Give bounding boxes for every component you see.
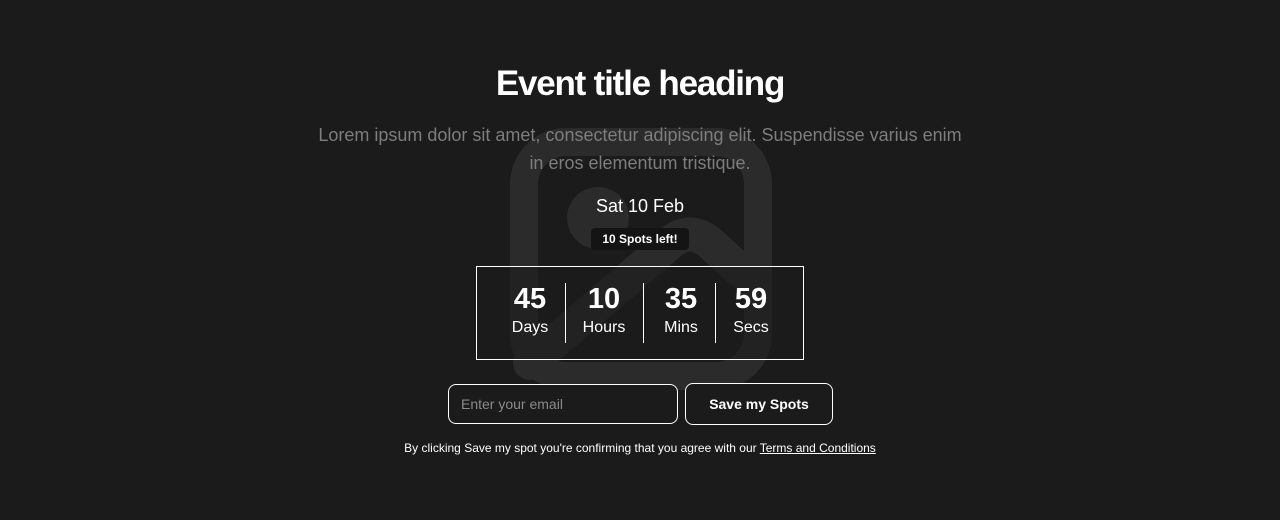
- countdown-divider: [715, 283, 716, 343]
- countdown-days-label: Days: [511, 319, 549, 336]
- countdown-divider: [643, 283, 644, 343]
- event-date: Sat 10 Feb: [595, 196, 685, 216]
- countdown-hours: 10 Hours: [572, 281, 636, 339]
- terms-disclaimer: By clicking Save my spot you're confirmi…: [0, 440, 1280, 456]
- event-description: Lorem ipsum dolor sit amet, consectetur …: [318, 125, 962, 173]
- countdown-mins-label: Mins: [664, 319, 698, 336]
- disclaimer-text: By clicking Save my spot you're confirmi…: [404, 441, 760, 455]
- countdown-secs-value: 59: [734, 283, 768, 315]
- countdown-hours-label: Hours: [582, 319, 626, 336]
- countdown-divider: [565, 283, 566, 343]
- countdown-mins-value: 35: [664, 283, 698, 315]
- terms-link[interactable]: Terms and Conditions: [760, 441, 876, 455]
- countdown-days: 45 Days: [499, 281, 561, 339]
- event-title: Event title heading: [495, 64, 786, 103]
- countdown-days-value: 45: [513, 283, 547, 315]
- countdown-timer: 45 Days 10 Hours 35 Mins 59 Secs: [476, 266, 804, 360]
- countdown-hours-value: 10: [587, 283, 621, 315]
- event-hero: Event title heading Lorem ipsum dolor si…: [0, 0, 1280, 520]
- countdown-secs: 59 Secs: [722, 281, 780, 339]
- save-spots-button[interactable]: Save my Spots: [685, 383, 833, 425]
- countdown-mins: 35 Mins: [650, 281, 712, 339]
- spots-left-badge: 10 Spots left!: [591, 228, 689, 250]
- email-input[interactable]: [448, 384, 678, 424]
- countdown-secs-label: Secs: [733, 319, 769, 336]
